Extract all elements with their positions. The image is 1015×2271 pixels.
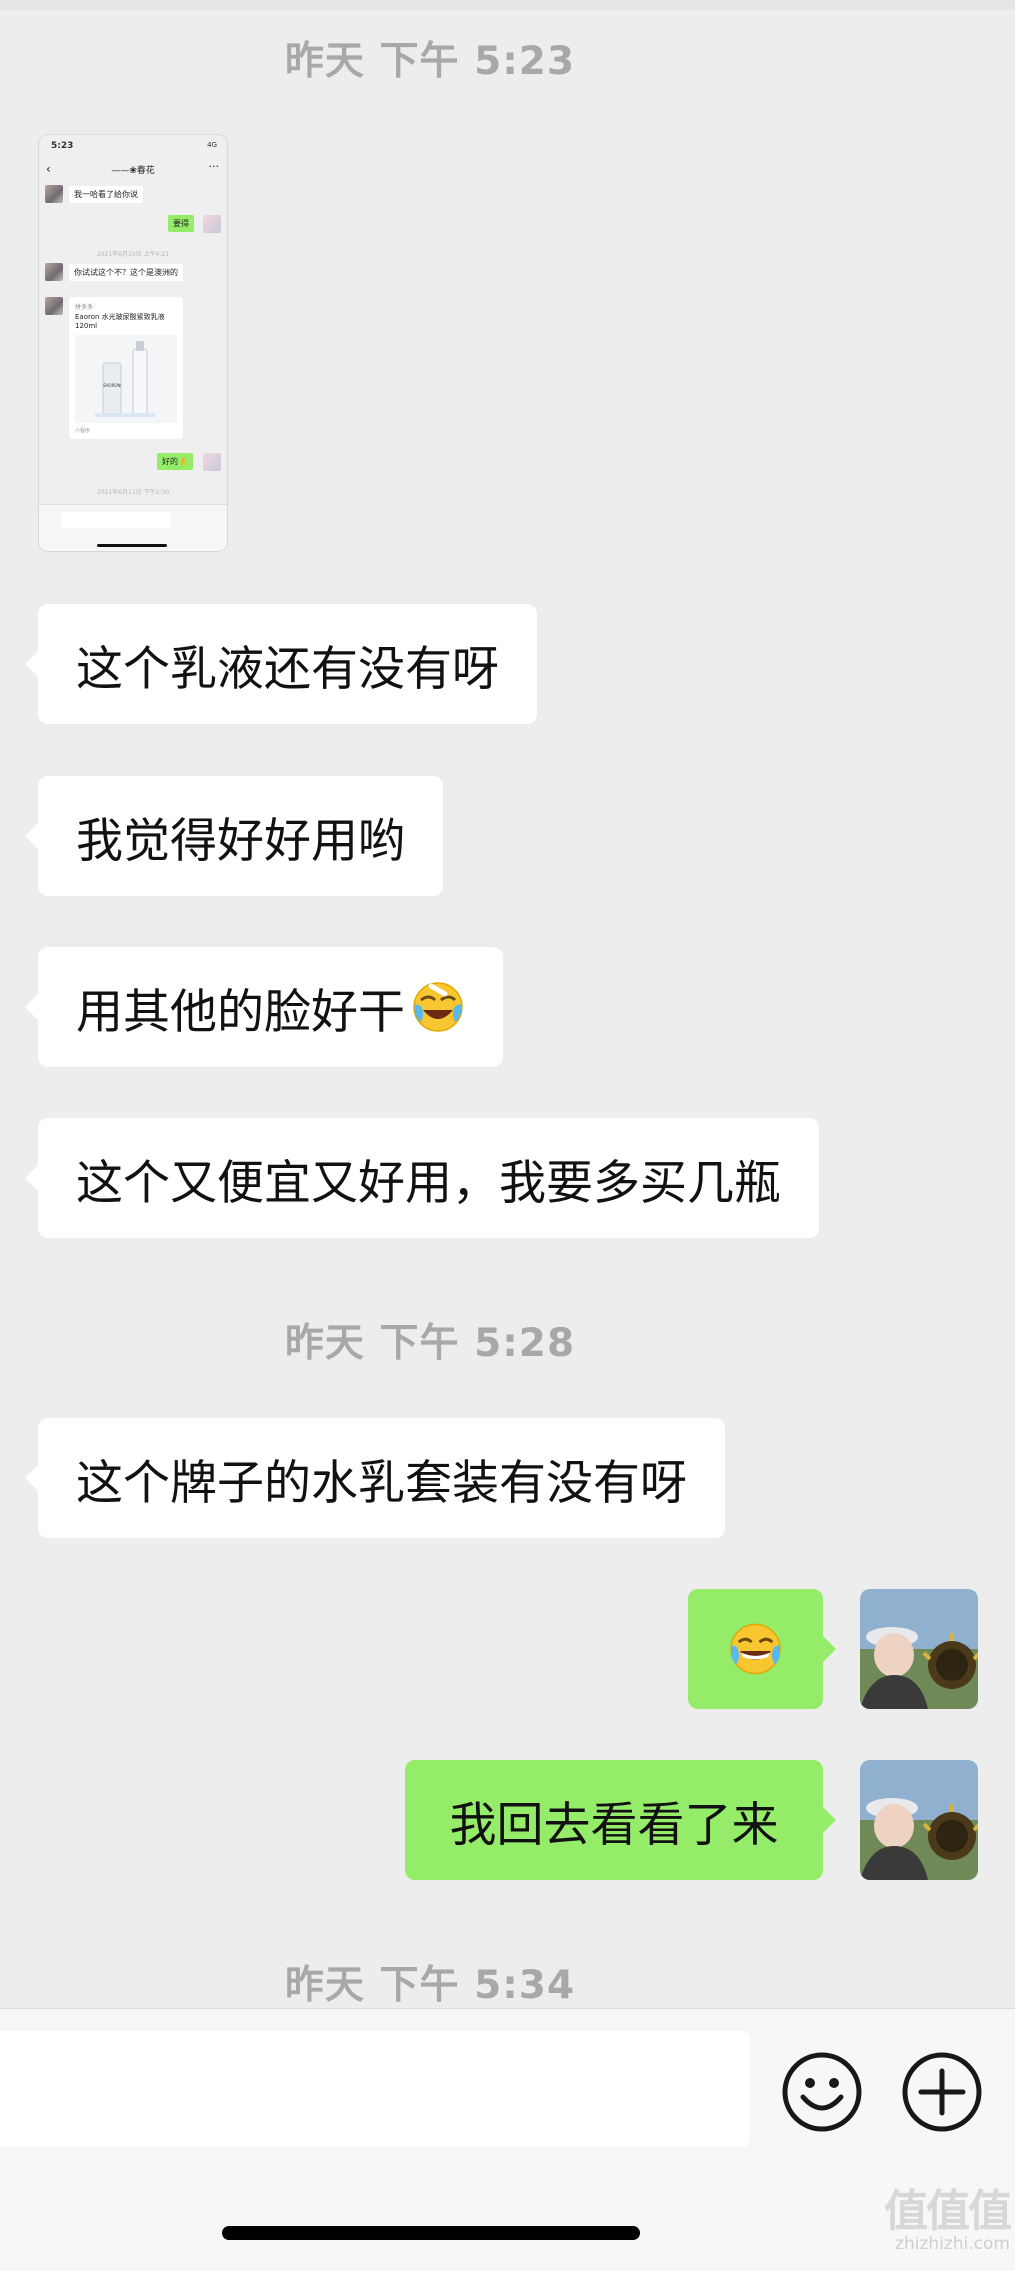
tears-of-joy-emoji-icon: [730, 1623, 781, 1675]
message-text: 用其他的脸好干: [76, 984, 405, 1040]
thumb-avatar: [45, 263, 63, 281]
plus-icon[interactable]: [901, 2051, 983, 2133]
home-indicator[interactable]: [222, 2226, 640, 2240]
timestamp-day: 昨天: [284, 39, 365, 84]
thumb-avatar: [203, 215, 221, 233]
timestamp-time: 下午 5:34: [379, 1963, 576, 2008]
message-input[interactable]: [0, 2031, 750, 2147]
thumb-product-image: EAORON: [75, 335, 177, 423]
thumb-status-bar: 5:23 4G: [39, 135, 227, 159]
incoming-message[interactable]: 这个又便宜又好用，我要多买几瓶: [25, 1118, 819, 1238]
avatar[interactable]: [860, 1589, 978, 1709]
thumb-message: 好的👌: [157, 453, 193, 470]
timestamp-day: 昨天: [284, 1963, 365, 2008]
timestamp-time: 下午 5:23: [379, 39, 576, 84]
thumb-card-footer: 小程序: [75, 428, 91, 434]
timestamp-time: 下午 5:28: [379, 1321, 576, 1366]
top-divider: [0, 0, 1015, 10]
outgoing-message[interactable]: [688, 1589, 836, 1709]
message-text: 我回去看看了来: [449, 1797, 779, 1853]
watermark: 值值值 zhizhizhi.com: [860, 2190, 1012, 2260]
thumb-input-bar: [39, 504, 227, 551]
timestamp: 昨天 下午 5:23: [0, 30, 860, 86]
timestamp-day: 昨天: [284, 1321, 365, 1366]
incoming-message[interactable]: 我觉得好好用哟: [25, 776, 443, 896]
thumb-avatar: [45, 297, 63, 315]
timestamp: 昨天 下午 5:28: [0, 1312, 860, 1368]
thumb-contact-name: ——❀春花: [111, 166, 155, 176]
screenshot-image-message[interactable]: 5:23 4G ‹ ——❀春花 ··· 我一哈看了给你说 要得 2021年6月1…: [38, 134, 228, 552]
message-text: 这个又便宜又好用，我要多买几瓶: [76, 1155, 781, 1211]
emoji-icon[interactable]: [781, 2051, 863, 2133]
thumb-card-title: Eaoron 水光玻尿酸紧致乳液 120ml: [75, 313, 165, 330]
thumb-product-card: 拼多多 Eaoron 水光玻尿酸紧致乳液 120ml EAORON 小程序: [69, 297, 183, 439]
message-text: 这个牌子的水乳套装有没有呀: [76, 1455, 687, 1511]
thumb-input-field: [61, 512, 171, 528]
thumb-status-time: 5:23: [51, 141, 74, 151]
crying-laughing-emoji-icon: [413, 982, 463, 1032]
bottle-brand-label: EAORON: [103, 383, 120, 388]
thumb-card-source: 拼多多: [75, 304, 94, 311]
thumb-nav-bar: ‹ ——❀春花 ···: [39, 159, 227, 181]
thumb-more-icon: ···: [208, 160, 220, 173]
timestamp: 昨天 下午 5:34: [0, 1954, 860, 2010]
thumb-timestamp: 2021年6月11日 下午2:30: [96, 489, 170, 496]
watermark-logo: 值值值: [884, 2186, 1012, 2237]
incoming-message[interactable]: 这个牌子的水乳套装有没有呀: [25, 1418, 725, 1538]
outgoing-message[interactable]: 我回去看看了来: [405, 1760, 836, 1880]
incoming-message[interactable]: 用其他的脸好干: [25, 947, 503, 1067]
avatar[interactable]: [860, 1760, 978, 1880]
incoming-message[interactable]: 这个乳液还有没有呀: [25, 604, 537, 724]
watermark-url: zhizhizhi.com: [895, 2234, 1010, 2254]
thumb-avatar: [203, 453, 221, 471]
thumb-home-indicator: [97, 544, 167, 547]
thumb-message: 要得: [168, 215, 194, 232]
message-text: 我觉得好好用哟: [76, 813, 405, 869]
thumb-message: 你试试这个不？这个是澳洲的: [69, 264, 183, 281]
thumb-avatar: [45, 185, 63, 203]
thumb-timestamp: 2021年6月10日 上午4:21: [96, 251, 170, 258]
message-text: 这个乳液还有没有呀: [76, 641, 499, 697]
thumb-message: 我一哈看了给你说: [69, 186, 143, 203]
thumb-signal: 4G: [207, 141, 217, 149]
